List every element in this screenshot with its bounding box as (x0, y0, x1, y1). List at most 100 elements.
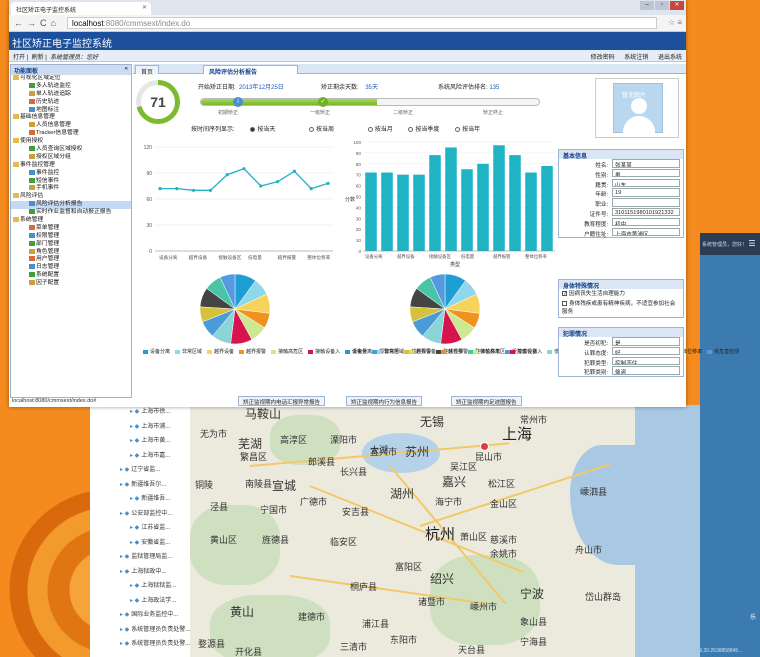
org-tree-item[interactable]: ▸ ◆ 江苏省监... (90, 521, 190, 536)
org-tree-item[interactable]: ▸ ◆ 新疆维吾尔... (90, 478, 190, 493)
sidebar-item[interactable]: 单人轨迹追踪 (11, 90, 131, 99)
period-option[interactable]: 按当周 (309, 124, 334, 133)
org-tree-item[interactable]: ▸ ◆ 系统管理员负责处警... (90, 623, 190, 638)
home-icon[interactable]: ⌂ (51, 18, 60, 28)
org-tree-item[interactable]: ▸ ◆ 辽宁省监... (90, 463, 190, 478)
tree-expand-icon[interactable]: ▸ ◆ (130, 453, 139, 459)
org-tree-item[interactable]: ▸ ◆ 上海狱狱监... (90, 579, 190, 594)
tree-expand-icon[interactable]: ▸ ◆ (130, 583, 139, 589)
radio-icon[interactable] (309, 126, 315, 132)
tree-expand-icon[interactable]: ▸ ◆ (120, 641, 129, 647)
sidebar-item[interactable]: 权限管理 (11, 232, 131, 241)
field-value[interactable]: 山东 (612, 178, 680, 188)
field-value[interactable]: 是 (612, 337, 680, 346)
legend-item[interactable]: 非常区域 (175, 349, 202, 355)
org-tree-item[interactable]: ▸ ◆ 新疆维吾... (90, 492, 190, 507)
sidebar-item[interactable]: 系统配置 (11, 272, 131, 280)
tree-expand-icon[interactable]: ▸ ◆ (120, 554, 129, 560)
sidebar-item[interactable]: 授权区域分组 (11, 153, 131, 162)
tree-expand-icon[interactable]: ▸ ◆ (120, 511, 129, 517)
legend-item[interactable]: 接触高危区 (271, 349, 303, 355)
sidebar-item[interactable]: 菜单管理 (11, 224, 131, 233)
legend-item[interactable]: 越界报警 (441, 349, 468, 355)
field-value[interactable]: 19 (612, 188, 680, 197)
checkbox-icon[interactable] (562, 301, 567, 307)
tree-expand-icon[interactable]: ▸ ◆ (130, 424, 139, 430)
sidebar-item[interactable]: 用户管理 (11, 256, 131, 264)
legend-item[interactable]: 接触设备入 (308, 349, 340, 355)
sidebar-item[interactable]: 历史轨迹 (11, 98, 131, 107)
legend-item[interactable]: 越界设备 (207, 349, 234, 355)
collapse-icon[interactable]: « (125, 66, 128, 72)
sidebar-item[interactable]: 因子配置 (11, 280, 131, 288)
sidebar-item[interactable]: 人员查询区域授权 (11, 146, 131, 154)
sidebar-item[interactable]: 基础信息管理 (11, 114, 131, 122)
sidebar-item[interactable]: 事件监控管理 (11, 161, 131, 170)
period-option[interactable]: 按当月 (367, 124, 393, 133)
toolbar-item[interactable]: 打开 (13, 55, 25, 61)
health-checkbox[interactable]: 身体残疾或患有精神疾病，不适宜参加社会服务 (559, 299, 683, 317)
map-view[interactable]: 马鞍山 无锡 常州市 芜湖 高淳区 溧阳市 宜兴市 太湖 苏州 昆山市 上海 无为市 繁昌区 郎溪县 长兴县… (190, 405, 700, 657)
tree-expand-icon[interactable]: ▸ ◆ (130, 525, 139, 531)
legend-item[interactable]: 接触高危区 (473, 349, 505, 355)
legend-item[interactable]: 非常区域 (377, 349, 404, 355)
close-window-button[interactable]: ✕ (670, 1, 684, 10)
radio-icon[interactable] (455, 126, 461, 132)
org-tree-item[interactable]: ▸ ◆ 系统管理员负责处警... (90, 637, 190, 652)
tree-expand-icon[interactable]: ▸ ◆ (120, 612, 129, 618)
call-report-button[interactable]: 矫正监视期内电话汇报异常报告 (238, 396, 326, 406)
field-value[interactable]: 上海市黄浦区 (612, 227, 680, 237)
field-value[interactable]: 控制不住 (612, 356, 680, 366)
org-tree-item[interactable]: ▸ ◆ 公安部监控中... (90, 507, 190, 522)
legend-item[interactable]: 越界报警 (239, 349, 266, 355)
period-option[interactable]: 按当年 (455, 124, 480, 133)
sidebar-item[interactable]: Tracker信息管理 (11, 130, 131, 138)
menu-icon[interactable]: ☰ (748, 239, 755, 248)
org-tree-item[interactable]: ▸ ◆ 国际业务监控中... (90, 608, 190, 623)
org-tree-item[interactable]: ▸ ◆ 上海市黄... (90, 434, 190, 449)
field-value[interactable] (612, 198, 680, 207)
sidebar-item[interactable]: 部门管理 (11, 240, 131, 249)
field-value[interactable]: 初中 (612, 217, 680, 227)
reload-icon[interactable]: C (40, 18, 51, 28)
change-password-button[interactable]: 修改密码 (591, 55, 615, 61)
org-tree-item[interactable]: ▸ ◆ 上海市浦... (90, 420, 190, 435)
toolbar-item[interactable]: 刷新 (32, 55, 44, 61)
field-value[interactable]: 好 (612, 346, 680, 356)
legend-item[interactable]: 设备分离 (143, 349, 170, 355)
org-tree-item[interactable]: ▸ ◆ 上海狱政中... (90, 565, 190, 580)
tree-expand-icon[interactable]: ▸ ◆ (120, 482, 129, 488)
tree-expand-icon[interactable]: ▸ ◆ (120, 627, 129, 633)
field-value[interactable]: 偷盗 (612, 366, 680, 375)
tree-expand-icon[interactable]: ▸ ◆ (130, 438, 139, 444)
maximize-button[interactable]: ▫ (655, 1, 669, 10)
forward-icon[interactable]: → (27, 18, 40, 28)
field-value[interactable]: 男 (612, 168, 680, 178)
tree-expand-icon[interactable]: ▸ ◆ (130, 496, 139, 502)
bookmark-star-icon[interactable]: ☆ ≡ (668, 18, 682, 27)
field-value[interactable]: 3101151980101921332 (612, 207, 680, 217)
tab-risk-report[interactable]: 风险评估分析报告 (203, 65, 298, 76)
org-tree-item[interactable]: ▸ ◆ 上海市嘉... (90, 449, 190, 464)
tree-expand-icon[interactable]: ▸ ◆ (130, 409, 139, 415)
sidebar-item[interactable]: 风险评估分析报告 (11, 201, 131, 210)
url-input[interactable]: localhost:8080/cmmsext/index.do (67, 17, 657, 29)
org-tree-item[interactable]: ▸ ◆ 监狱管理局监... (90, 550, 190, 565)
tree-expand-icon[interactable]: ▸ ◆ (130, 540, 139, 546)
radio-icon[interactable] (367, 126, 373, 132)
browser-tab[interactable]: 社区矫正电子监控系统 ✕ (11, 2, 151, 15)
footprint-report-button[interactable]: 矫正监视期内足迹图报告 (451, 396, 522, 406)
tab-home[interactable]: 首页 (135, 65, 160, 76)
field-value[interactable]: 张某某 (612, 159, 680, 168)
legend-item[interactable]: 设备分离 (345, 349, 372, 355)
back-icon[interactable]: ← (14, 18, 27, 28)
org-tree-item[interactable]: ▸ ◆ 安徽省监... (90, 536, 190, 551)
legend-item[interactable]: 接触设备入 (510, 349, 542, 355)
sidebar-item[interactable]: 事件监控 (11, 169, 131, 178)
sidebar-item[interactable]: 日志管理 (11, 264, 131, 272)
tree-expand-icon[interactable]: ▸ ◆ (120, 467, 129, 473)
radio-icon[interactable] (250, 126, 256, 132)
sidebar-item[interactable]: 系统管理 (11, 217, 131, 225)
legend-item[interactable]: 受危害检测 (707, 349, 739, 355)
radio-icon[interactable] (408, 126, 414, 132)
